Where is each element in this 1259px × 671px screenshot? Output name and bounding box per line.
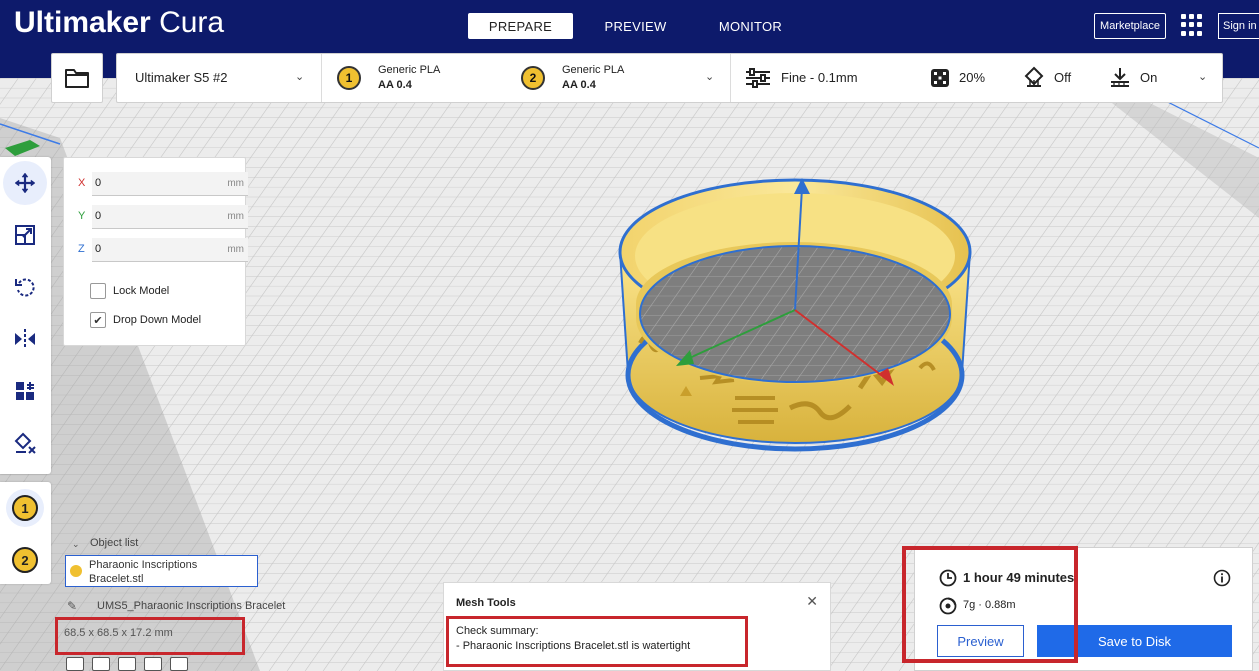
x-coordinate-row: X 0 mm xyxy=(78,172,248,196)
y-axis-label: Y xyxy=(78,210,86,222)
z-coordinate-field[interactable]: 0 mm xyxy=(92,238,248,262)
app-logo: Ultimaker Cura xyxy=(14,6,224,40)
chevron-down-icon: ⌄ xyxy=(1198,71,1208,83)
check-summary-title: Check summary: xyxy=(456,625,539,637)
object-name: Pharaonic Inscriptions Bracelet.stl xyxy=(89,559,198,585)
infill-icon xyxy=(931,69,949,87)
extruder-bar: 1 2 xyxy=(0,482,51,584)
stage-tabs: PREPARE PREVIEW MONITOR xyxy=(468,13,813,39)
z-unit: mm xyxy=(227,244,244,255)
x-value: 0 xyxy=(95,177,102,189)
extruder-2-material: Generic PLA xyxy=(562,64,625,76)
folder-icon xyxy=(65,69,89,88)
mirror-icon xyxy=(15,329,35,349)
highlight-box-estimate xyxy=(902,546,1078,663)
print-setup-toolbar: Ultimaker S5 #2 ⌄ 1 Generic PLA AA 0.4 2… xyxy=(116,53,1223,103)
extruder-selector[interactable]: 1 Generic PLA AA 0.4 2 Generic PLA AA 0.… xyxy=(322,54,730,102)
print-settings-selector[interactable]: Fine - 0.1mm 20% Off On ⌄ xyxy=(731,54,1222,102)
job-name[interactable]: UMS5_Pharaonic Inscriptions Bracelet xyxy=(97,600,285,612)
brand-product: Cura xyxy=(159,6,225,39)
move-icon xyxy=(14,172,36,194)
y-value: 0 xyxy=(95,210,102,222)
extruder-color-dot xyxy=(70,565,82,577)
tool-per-model-settings[interactable] xyxy=(3,369,47,413)
close-icon[interactable]: ✕ xyxy=(806,593,818,610)
y-unit: mm xyxy=(227,211,244,222)
profile-label: Fine - 0.1mm xyxy=(781,70,858,85)
lock-model-checkbox[interactable] xyxy=(90,283,106,299)
check-summary-result: - Pharaonic Inscriptions Bracelet.stl is… xyxy=(456,640,691,652)
chevron-down-icon: ⌄ xyxy=(295,71,305,83)
tool-scale[interactable] xyxy=(3,213,47,257)
view-front-icon[interactable] xyxy=(92,657,110,671)
z-value: 0 xyxy=(95,243,102,255)
marketplace-button[interactable]: Marketplace xyxy=(1094,13,1166,39)
extruder-2-icon: 2 xyxy=(521,66,545,90)
extruder-1-core: AA 0.4 xyxy=(378,79,412,91)
lock-model-row[interactable]: Lock Model xyxy=(90,282,169,300)
sliders-icon xyxy=(746,68,770,88)
infill-label: 20% xyxy=(959,70,986,85)
tool-bar xyxy=(0,157,51,474)
support-blocker-icon xyxy=(14,432,36,454)
printer-name: Ultimaker S5 #2 xyxy=(135,70,228,85)
adhesion-icon xyxy=(1111,68,1129,87)
extruder-2-button[interactable]: 2 xyxy=(12,547,38,573)
apps-grid-icon[interactable] xyxy=(1181,14,1203,36)
object-list-item[interactable]: Pharaonic Inscriptions Bracelet.stl xyxy=(65,555,258,587)
tool-move[interactable] xyxy=(3,161,47,205)
mesh-tools-title: Mesh Tools xyxy=(456,597,516,609)
tool-rotate[interactable] xyxy=(3,265,47,309)
tab-preview[interactable]: PREVIEW xyxy=(583,13,688,39)
per-model-settings-icon xyxy=(16,382,34,400)
mesh-tools-panel: Mesh Tools ✕ Check summary: - Pharaonic … xyxy=(443,582,831,671)
tool-support-blocker[interactable] xyxy=(3,421,47,465)
chevron-down-icon: ⌄ xyxy=(705,71,715,83)
z-coordinate-row: Z 0 mm xyxy=(78,238,248,262)
move-tool-panel: X 0 mm Y 0 mm Z 0 mm Lock Model ✔ Drop D… xyxy=(63,157,248,346)
rotate-icon xyxy=(15,278,35,297)
extruder-1-icon: 1 xyxy=(337,66,361,90)
drop-down-model-row[interactable]: ✔ Drop Down Model xyxy=(90,311,201,329)
tool-mirror[interactable] xyxy=(3,317,47,361)
x-coordinate-field[interactable]: 0 mm xyxy=(92,172,248,196)
info-icon[interactable] xyxy=(1213,569,1231,587)
printer-selector[interactable]: Ultimaker S5 #2 ⌄ xyxy=(117,54,321,102)
y-coordinate-field[interactable]: 0 mm xyxy=(92,205,248,229)
extruder-2-core: AA 0.4 xyxy=(562,79,596,91)
tab-monitor[interactable]: MONITOR xyxy=(698,13,803,39)
z-axis-label: Z xyxy=(78,243,85,255)
x-unit: mm xyxy=(227,178,244,189)
y-coordinate-row: Y 0 mm xyxy=(78,205,248,229)
object-list-toggle[interactable]: Object list xyxy=(90,537,138,549)
view-3d-icon[interactable] xyxy=(66,657,84,671)
drop-down-model-checkbox[interactable]: ✔ xyxy=(90,312,106,328)
tab-prepare[interactable]: PREPARE xyxy=(468,13,573,39)
extruder-1-button[interactable]: 1 xyxy=(12,495,38,521)
view-orientation-buttons xyxy=(66,657,188,671)
chevron-down-icon[interactable]: ⌄ xyxy=(72,539,80,550)
pencil-icon[interactable]: ✎ xyxy=(67,599,77,613)
lock-model-label: Lock Model xyxy=(113,285,170,297)
extruder-1-material: Generic PLA xyxy=(378,64,441,76)
drop-down-model-label: Drop Down Model xyxy=(113,314,202,326)
view-left-icon[interactable] xyxy=(144,657,162,671)
x-axis-label: X xyxy=(78,177,86,189)
support-label: Off xyxy=(1054,70,1072,85)
brand-name: Ultimaker xyxy=(14,6,151,39)
scale-icon xyxy=(15,225,35,245)
adhesion-label: On xyxy=(1140,70,1158,85)
signin-button[interactable]: Sign in xyxy=(1218,13,1259,39)
open-file-button[interactable] xyxy=(51,53,103,103)
model-dimensions: 68.5 x 68.5 x 17.2 mm xyxy=(64,627,173,639)
view-top-icon[interactable] xyxy=(118,657,136,671)
support-icon xyxy=(1024,66,1044,87)
view-right-icon[interactable] xyxy=(170,657,188,671)
